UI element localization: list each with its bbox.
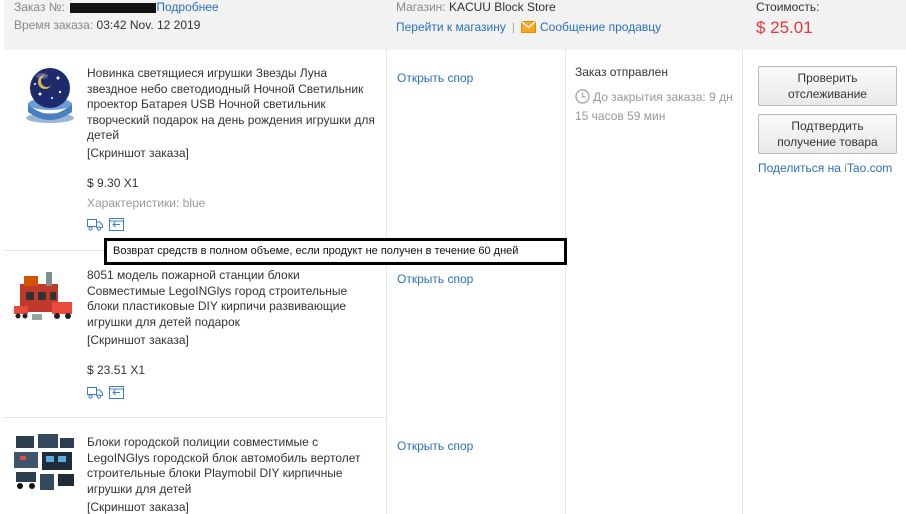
row-divider xyxy=(4,417,386,418)
order-number-label: Заказ №: xyxy=(14,0,66,14)
product-title[interactable]: Новинка светящиеся игрушки Звезды Луна з… xyxy=(87,66,377,144)
share-link-text[interactable]: Поделиться на xyxy=(758,161,844,175)
product-price: $ 23.51 X1 xyxy=(87,363,146,377)
order-snapshot-link[interactable]: [Скриншот заказа] xyxy=(87,146,189,160)
envelope-icon xyxy=(521,20,536,38)
order-total: $ 25.01 xyxy=(756,18,813,37)
store-label: Магазин: xyxy=(396,0,446,14)
order-time-label: Время заказа: xyxy=(14,18,94,32)
countdown-text: До закрытия заказа: 9 дн 15 часов 59 мин xyxy=(575,90,733,123)
track-shipment-button[interactable]: Проверить отслеживание xyxy=(758,66,897,106)
column-divider xyxy=(742,50,743,514)
itao-logo: iTao.com xyxy=(844,161,892,175)
product-attributes: Характеристики: blue xyxy=(87,196,206,210)
open-dispute-link[interactable]: Открыть спор xyxy=(397,439,473,453)
refund-return-icon[interactable] xyxy=(109,386,124,402)
product-image-fire-station[interactable] xyxy=(12,266,76,330)
order-header: Заказ №: Подробнее Время заказа: 03:42 N… xyxy=(4,0,906,50)
itao-logo-rest: Tao.com xyxy=(846,161,893,175)
open-dispute-link[interactable]: Открыть спор xyxy=(397,272,473,286)
order-snapshot-link[interactable]: [Скриншот заказа] xyxy=(87,500,189,514)
column-divider xyxy=(386,50,387,514)
status-text: Заказ отправлен xyxy=(575,65,668,79)
refund-return-icon[interactable] xyxy=(109,218,124,234)
open-dispute-link[interactable]: Открыть спор xyxy=(397,71,473,85)
product-price: $ 9.30 X1 xyxy=(87,176,139,190)
product-image-star-projector[interactable] xyxy=(18,62,82,126)
service-icons xyxy=(87,218,124,234)
refund-guarantee-tooltip: Возврат средств в полном объеме, если пр… xyxy=(104,238,567,265)
delivery-guarantee-icon[interactable] xyxy=(87,218,103,234)
share-itao[interactable]: Поделиться на iTao.com xyxy=(758,161,892,175)
clock-icon xyxy=(575,89,590,108)
product-image-police-set[interactable] xyxy=(12,432,76,496)
close-countdown: До закрытия заказа: 9 дн 15 часов 59 мин xyxy=(575,89,740,124)
service-icons xyxy=(87,386,124,402)
product-title[interactable]: Блоки городской полиции совместимые с Le… xyxy=(87,435,377,497)
details-link[interactable]: Подробнее xyxy=(156,0,218,14)
store-info: Магазин: KACUU Block Store Перейти к маг… xyxy=(396,0,661,38)
order-time: 03:42 Nov. 12 2019 xyxy=(96,18,201,32)
order-number-redacted xyxy=(70,2,157,13)
go-to-store-link[interactable]: Перейти к магазину xyxy=(396,20,506,34)
order-snapshot-link[interactable]: [Скриншот заказа] xyxy=(87,333,189,347)
cost-info: Стоимость: $ 25.01 xyxy=(756,0,819,40)
message-seller-link[interactable]: Сообщение продавцу xyxy=(540,20,661,34)
link-separator: | xyxy=(511,20,515,34)
column-divider xyxy=(565,50,566,514)
order-info: Заказ №: Подробнее Время заказа: 03:42 N… xyxy=(14,0,219,34)
confirm-receipt-button[interactable]: Подтвердить получение товара xyxy=(758,114,897,154)
store-name: KACUU Block Store xyxy=(448,0,556,14)
delivery-guarantee-icon[interactable] xyxy=(87,386,103,402)
cost-label: Стоимость: xyxy=(756,0,820,14)
product-title[interactable]: 8051 модель пожарной станции блоки Совме… xyxy=(87,268,377,330)
order-status: Заказ отправлен До закрытия заказа: 9 дн… xyxy=(575,64,740,124)
